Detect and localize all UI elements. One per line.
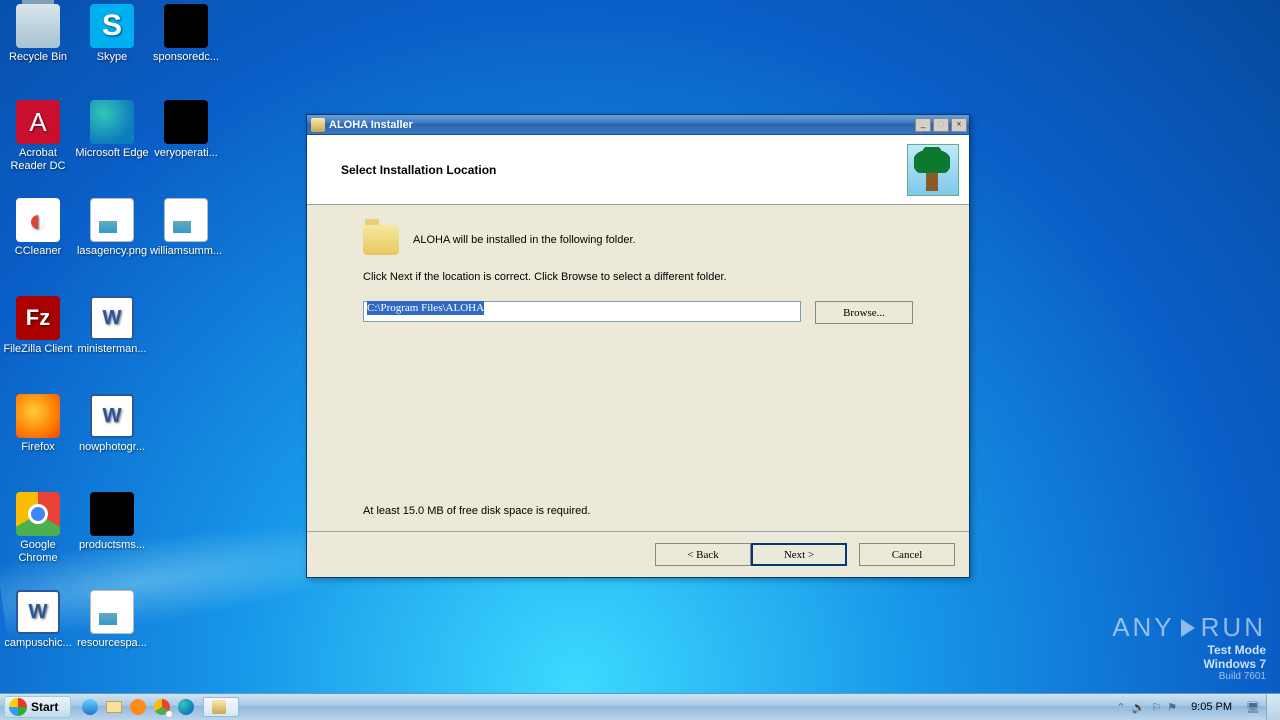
- batch-file-icon: [90, 492, 134, 536]
- system-tray: ⌃ 🔊 ⚐ ⚑ 9:05 PM 🖥: [1110, 694, 1266, 720]
- batch-file-icon: [164, 100, 208, 144]
- edge-icon: [90, 100, 134, 144]
- recycle-bin-icon: [16, 4, 60, 48]
- installer-icon: [212, 700, 226, 714]
- chrome-icon: [16, 492, 60, 536]
- next-button[interactable]: Next >: [751, 543, 847, 566]
- minimize-button[interactable]: _: [915, 118, 931, 132]
- show-desktop-button[interactable]: [1266, 694, 1280, 720]
- instruction-text: Click Next if the location is correct. C…: [363, 271, 913, 283]
- wizard-footer: < Back Next > Cancel: [307, 531, 969, 577]
- ie-icon: [82, 699, 98, 715]
- desktop-icon-sponsoredc[interactable]: sponsoredc...: [148, 4, 224, 64]
- edge-icon: [178, 699, 194, 715]
- back-button[interactable]: < Back: [655, 543, 751, 566]
- maximize-button[interactable]: □: [933, 118, 949, 132]
- ql-chrome[interactable]: [151, 697, 173, 717]
- play-icon: [1181, 619, 1195, 637]
- palm-tree-icon: [907, 144, 959, 196]
- close-button[interactable]: ×: [951, 118, 967, 132]
- folder-icon: [363, 225, 399, 255]
- chrome-icon: [154, 699, 170, 715]
- taskbar: Start ⌃ 🔊 ⚐ ⚑ 9:05 PM 🖥: [0, 693, 1280, 720]
- window-title: ALOHA Installer: [329, 119, 913, 131]
- desktop-icon-resourcespa[interactable]: resourcespa...: [74, 590, 150, 650]
- desktop-icon-nowphoto[interactable]: nowphotogr...: [74, 394, 150, 454]
- batch-file-icon: [164, 4, 208, 48]
- media-player-icon: [130, 699, 146, 715]
- taskbar-item-installer[interactable]: [203, 697, 239, 717]
- desktop-icon-williamsumm[interactable]: williamsumm...: [148, 198, 224, 258]
- wizard-body: ALOHA will be installed in the following…: [307, 205, 969, 531]
- desktop-icon-lasagency[interactable]: lasagency.png: [74, 198, 150, 258]
- disk-space-text: At least 15.0 MB of free disk space is r…: [363, 505, 590, 517]
- desktop-icon-firefox[interactable]: Firefox: [0, 394, 76, 454]
- firefox-icon: [16, 394, 60, 438]
- desktop-icon-ccleaner[interactable]: CCleaner: [0, 198, 76, 258]
- acrobat-icon: A: [16, 100, 60, 144]
- desktop-icon-chrome[interactable]: Google Chrome: [0, 492, 76, 565]
- quick-launch: [75, 694, 201, 720]
- desktop-icon-veryoperati[interactable]: veryoperati...: [148, 100, 224, 160]
- app-icon: [311, 118, 325, 132]
- ccleaner-icon: [16, 198, 60, 242]
- word-doc-icon: [90, 394, 134, 438]
- ql-media[interactable]: [127, 697, 149, 717]
- desktop-icon-productsms[interactable]: productsms...: [74, 492, 150, 552]
- install-folder-text: ALOHA will be installed in the following…: [413, 234, 636, 246]
- ql-ie[interactable]: [79, 697, 101, 717]
- titlebar[interactable]: ALOHA Installer _ □ ×: [307, 115, 969, 135]
- image-file-icon: [90, 590, 134, 634]
- desktop-icon-ministerman[interactable]: ministerman...: [74, 296, 150, 356]
- desktop-icon-edge[interactable]: Microsoft Edge: [74, 100, 150, 160]
- ql-explorer[interactable]: [103, 697, 125, 717]
- watermark: ANYRUN Test Mode Windows 7 Build 7601: [1112, 612, 1266, 682]
- cancel-button[interactable]: Cancel: [859, 543, 955, 566]
- ql-edge[interactable]: [175, 697, 197, 717]
- windows-logo-icon: [9, 698, 27, 716]
- clock[interactable]: 9:05 PM: [1183, 701, 1240, 713]
- install-path-input[interactable]: C:\Program Files\ALOHA: [363, 301, 801, 322]
- folder-icon: [106, 701, 122, 713]
- network-icon[interactable]: ⚐: [1151, 701, 1161, 714]
- flag-icon[interactable]: ⚑: [1167, 701, 1177, 714]
- tray-monitor-icon[interactable]: 🖥: [1246, 701, 1260, 714]
- desktop-icon-skype[interactable]: SSkype: [74, 4, 150, 64]
- start-button[interactable]: Start: [4, 696, 71, 718]
- desktop-icon-acrobat[interactable]: AAcrobat Reader DC: [0, 100, 76, 173]
- wizard-heading: Select Installation Location: [307, 163, 907, 177]
- tray-expand-icon[interactable]: ⌃: [1116, 701, 1125, 714]
- desktop-icon-recycle-bin[interactable]: Recycle Bin: [0, 4, 76, 64]
- volume-icon[interactable]: 🔊: [1132, 701, 1146, 714]
- word-doc-icon: [16, 590, 60, 634]
- wizard-header: Select Installation Location: [307, 135, 969, 205]
- desktop-icon-word1[interactable]: campuschic...: [0, 590, 76, 650]
- skype-icon: S: [90, 4, 134, 48]
- installer-window: ALOHA Installer _ □ × Select Installatio…: [306, 114, 970, 578]
- filezilla-icon: Fz: [16, 296, 60, 340]
- image-file-icon: [164, 198, 208, 242]
- browse-button[interactable]: Browse...: [815, 301, 913, 324]
- word-doc-icon: [90, 296, 134, 340]
- image-file-icon: [90, 198, 134, 242]
- desktop-icon-filezilla[interactable]: FzFileZilla Client: [0, 296, 76, 356]
